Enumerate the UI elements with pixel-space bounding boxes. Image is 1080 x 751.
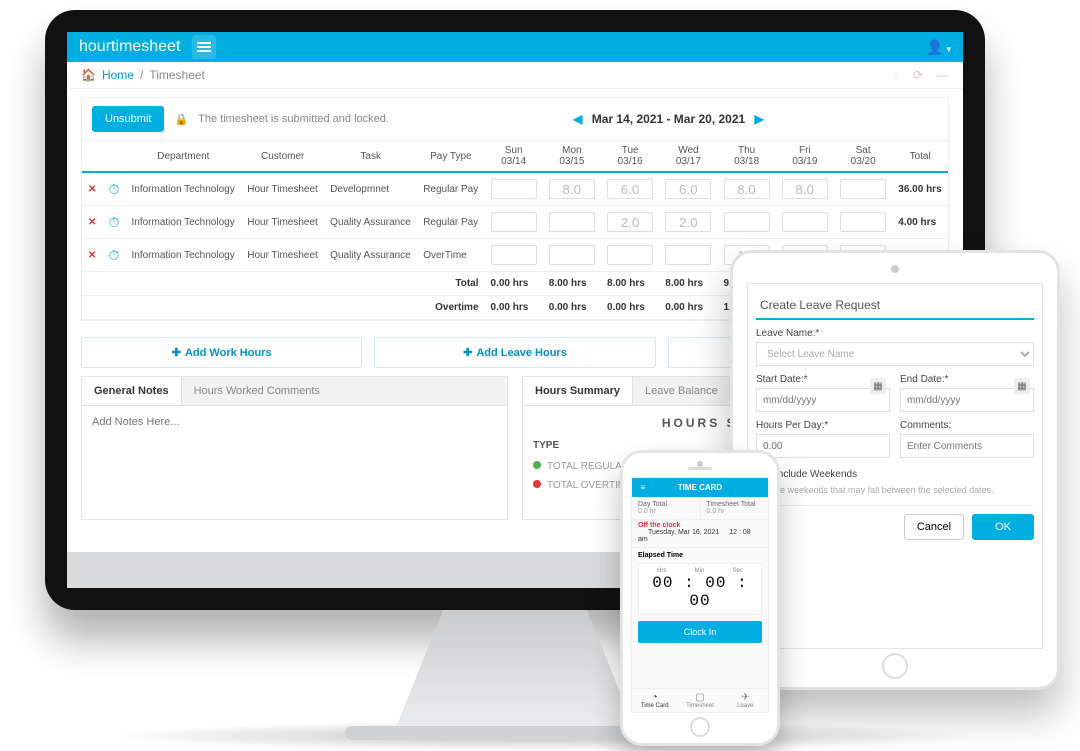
plane-icon: ✈: [723, 692, 768, 703]
nav-time-card[interactable]: ◔Time Card: [632, 689, 677, 712]
phone-title: TIME CARD: [649, 483, 751, 492]
hours-per-day-input[interactable]: [756, 434, 890, 458]
hours-cell[interactable]: [665, 245, 711, 265]
hours-cell[interactable]: [491, 245, 537, 265]
plus-icon: ✚: [463, 347, 472, 359]
hours-cell[interactable]: [665, 212, 711, 232]
phone-bottom-nav: ◔Time Card ▢Timesheet ✈Leave: [632, 688, 768, 712]
table-row: ✕⏱Information TechnologyHour TimesheetDe…: [82, 172, 948, 206]
hours-cell[interactable]: [840, 179, 886, 199]
calendar-icon[interactable]: ▦: [870, 378, 886, 394]
hours-cell[interactable]: [549, 245, 595, 265]
hours-cell[interactable]: [782, 212, 828, 232]
hours-per-day-label: Hours Per Day:*: [756, 420, 890, 431]
tab-hours-worked-comments[interactable]: Hours Worked Comments: [182, 377, 332, 405]
leave-name-label: Leave Name:*: [756, 328, 1034, 339]
hours-cell[interactable]: [840, 212, 886, 232]
brand-logo: hourtimesheet: [79, 38, 180, 56]
green-dot-icon: [533, 461, 541, 469]
hours-cell[interactable]: [607, 245, 653, 265]
stopwatch-icon[interactable]: ⏱: [108, 181, 119, 197]
plus-icon: ✚: [172, 347, 181, 359]
leave-name-select[interactable]: Select Leave Name: [756, 342, 1034, 366]
home-icon: 🏠: [81, 68, 96, 82]
red-dot-icon: [533, 480, 541, 488]
clipboard-icon: ▢: [677, 692, 722, 703]
nav-timesheet[interactable]: ▢Timesheet: [677, 689, 722, 712]
lock-message: The timesheet is submitted and locked.: [198, 113, 389, 125]
date-range: Mar 14, 2021 - Mar 20, 2021: [592, 112, 745, 126]
delete-row-icon[interactable]: ✕: [88, 250, 96, 261]
app-topbar: hourtimesheet 👤▾: [67, 32, 963, 62]
tablet-home-button[interactable]: [882, 653, 908, 679]
include-weekends-note: Include weekends that may fall between t…: [756, 485, 1034, 495]
tab-general-notes[interactable]: General Notes: [82, 377, 182, 405]
stopwatch-icon[interactable]: ⏱: [108, 247, 119, 263]
hours-cell[interactable]: [724, 212, 770, 232]
hamburger-icon[interactable]: [192, 35, 216, 59]
add-leave-hours-button[interactable]: ✚Add Leave Hours: [374, 337, 655, 368]
lock-icon: 🔒: [174, 113, 188, 126]
breadcrumb-current: Timesheet: [149, 68, 205, 82]
hours-cell[interactable]: [607, 212, 653, 232]
clock-in-button[interactable]: Clock In: [638, 621, 762, 643]
tablet-screen: Create Leave Request Leave Name:* Select…: [747, 283, 1043, 649]
timer-display: HrsMinSec 00 : 00 : 00: [638, 563, 762, 615]
include-weekends-label: Include Weekends: [775, 469, 857, 480]
tab-hours-summary[interactable]: Hours Summary: [523, 377, 633, 405]
comments-label: Comments:: [900, 420, 1034, 431]
phone-device: ≡ TIME CARD Day Total0.0 hr Timesheet To…: [620, 450, 780, 746]
breadcrumb-home[interactable]: Home: [102, 68, 134, 82]
minimize-icon[interactable]: —: [937, 68, 949, 82]
hours-cell[interactable]: [782, 179, 828, 199]
calendar-icon[interactable]: ▦: [1014, 378, 1030, 394]
hours-cell[interactable]: [724, 179, 770, 199]
hours-cell[interactable]: [549, 179, 595, 199]
next-week-icon[interactable]: ▶: [749, 112, 770, 126]
nav-leave[interactable]: ✈Leave: [723, 689, 768, 712]
unsubmit-button[interactable]: Unsubmit: [92, 106, 164, 132]
delete-row-icon[interactable]: ✕: [88, 217, 96, 228]
hours-cell[interactable]: [491, 179, 537, 199]
refresh-icon[interactable]: ⟳: [913, 68, 923, 82]
clock-icon: ◔: [632, 692, 677, 703]
prev-week-icon[interactable]: ◀: [567, 112, 588, 126]
notes-textarea[interactable]: [92, 416, 497, 506]
comments-input[interactable]: [900, 434, 1034, 458]
delete-row-icon[interactable]: ✕: [88, 184, 96, 195]
user-menu[interactable]: 👤▾: [926, 39, 951, 56]
clock-status: Off the clock: [632, 520, 768, 529]
phone-home-button[interactable]: [690, 717, 710, 737]
tab-leave-balance[interactable]: Leave Balance: [633, 377, 730, 405]
hours-cell[interactable]: [549, 212, 595, 232]
hours-cell[interactable]: [665, 179, 711, 199]
add-work-hours-button[interactable]: ✚Add Work Hours: [81, 337, 362, 368]
cancel-button[interactable]: Cancel: [904, 514, 964, 540]
notes-card: General Notes Hours Worked Comments: [81, 376, 508, 520]
expand-icon[interactable]: ⁘: [891, 68, 899, 82]
breadcrumb: 🏠 Home / Timesheet ⁘ ⟳ —: [67, 62, 963, 89]
table-row: ✕⏱Information TechnologyHour TimesheetQu…: [82, 206, 948, 239]
hours-cell[interactable]: [607, 179, 653, 199]
stopwatch-icon[interactable]: ⏱: [108, 214, 119, 230]
hours-cell[interactable]: [491, 212, 537, 232]
phone-menu-icon[interactable]: ≡: [637, 483, 649, 492]
phone-screen: ≡ TIME CARD Day Total0.0 hr Timesheet To…: [631, 477, 769, 713]
elapsed-time-label: Elapsed Time: [632, 548, 768, 563]
ok-button[interactable]: OK: [972, 514, 1034, 540]
modal-title: Create Leave Request: [756, 292, 1034, 320]
